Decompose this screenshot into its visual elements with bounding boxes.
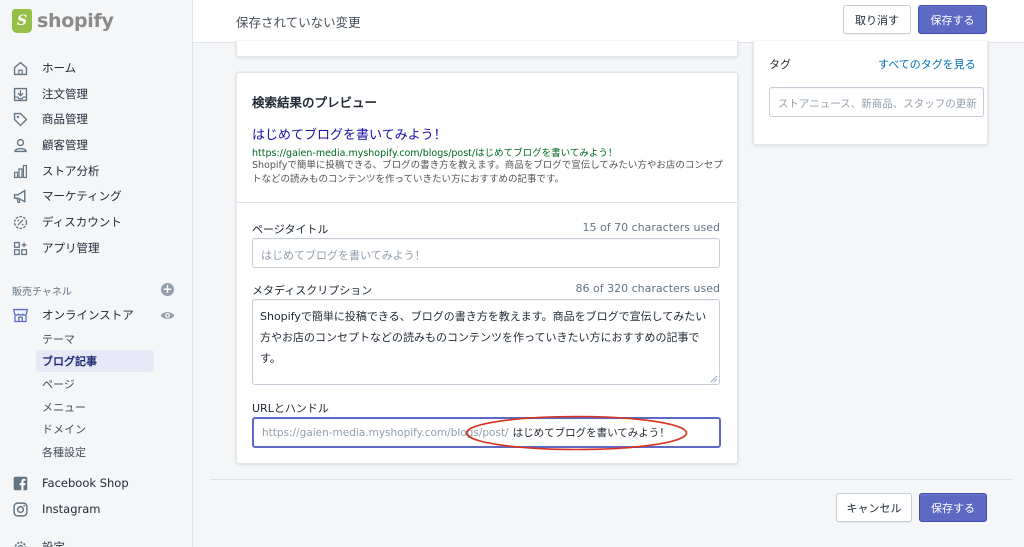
- meta-description-char-counter: 86 of 320 characters used: [575, 282, 720, 295]
- person-icon: [12, 137, 29, 154]
- home-icon: [12, 60, 29, 77]
- sales-channels-heading: 販売チャネル: [12, 287, 72, 298]
- shopify-logo[interactable]: S shopify: [12, 8, 114, 34]
- meta-description-textarea[interactable]: Shopifyで簡単に投稿できる、ブログの書き方を教えます。商品をブログで宣伝し…: [252, 299, 720, 385]
- shopify-bag-icon: S: [12, 9, 32, 33]
- instagram-icon: [12, 501, 29, 518]
- sidebar-subitem-preferences[interactable]: 各種設定: [36, 441, 154, 463]
- sidebar-item-products[interactable]: 商品管理: [12, 108, 88, 130]
- meta-description-label: メタディスクリプション: [252, 284, 373, 297]
- page-title-char-counter: 15 of 70 characters used: [582, 221, 720, 234]
- sidebar-item-orders[interactable]: 注文管理: [12, 83, 88, 105]
- content-card-bottom-edge: [236, 41, 738, 57]
- add-channel-icon[interactable]: +: [161, 283, 174, 296]
- seo-preview-heading: 検索結果のプレビュー: [252, 95, 378, 110]
- sidebar-item-discounts[interactable]: ディスカウント: [12, 211, 122, 233]
- sidebar: S shopify ホーム 注文管理 商品管理 顧客管理 ストア分析 マーケティ…: [0, 0, 193, 547]
- eye-icon[interactable]: [160, 308, 175, 323]
- sidebar-item-label: Facebook Shop: [42, 476, 129, 490]
- cancel-button[interactable]: キャンセル: [836, 493, 912, 522]
- page-title-label: ページタイトル: [252, 223, 329, 236]
- sidebar-item-apps[interactable]: アプリ管理: [12, 237, 100, 259]
- bar-chart-icon: [12, 163, 29, 180]
- sidebar-item-instagram[interactable]: Instagram: [12, 498, 101, 520]
- discount-icon: [12, 214, 29, 231]
- shopify-wordmark: shopify: [37, 10, 114, 32]
- resize-handle-icon[interactable]: [709, 374, 718, 383]
- sidebar-item-label: ストア分析: [42, 164, 100, 178]
- sidebar-item-settings[interactable]: 設定: [12, 536, 65, 547]
- sidebar-subitem-blog-posts[interactable]: ブログ記事: [36, 350, 154, 372]
- sidebar-item-marketing[interactable]: マーケティング: [12, 185, 122, 207]
- sidebar-item-online-store[interactable]: オンラインストア: [12, 304, 134, 326]
- megaphone-icon: [12, 188, 29, 205]
- sidebar-item-customers[interactable]: 顧客管理: [12, 134, 88, 156]
- serp-preview-url: https://gaien-media.myshopify.com/blogs/…: [252, 148, 618, 159]
- footer-divider: [210, 479, 1013, 480]
- unsaved-changes-message: 保存されていない変更: [236, 15, 361, 30]
- sidebar-item-label: マーケティング: [42, 189, 122, 203]
- sidebar-item-label: 注文管理: [42, 87, 88, 101]
- sidebar-subitem-themes[interactable]: テーマ: [36, 328, 154, 350]
- view-all-tags-link[interactable]: すべてのタグを見る: [878, 56, 976, 72]
- sidebar-item-label: アプリ管理: [42, 241, 100, 255]
- section-divider: [236, 202, 738, 203]
- tags-label: タグ: [769, 58, 791, 71]
- page-title-input[interactable]: はじめてブログを書いてみよう！: [252, 238, 720, 268]
- tags-input[interactable]: ストアニュース、新商品、スタッフの更新: [769, 87, 984, 117]
- sidebar-item-label: 設定: [42, 540, 65, 547]
- inbox-icon: [12, 86, 29, 103]
- sidebar-item-label: オンラインストア: [42, 308, 134, 322]
- serp-preview-title: はじめてブログを書いてみよう！: [252, 128, 447, 143]
- red-annotation-ellipse: [465, 415, 688, 451]
- apps-icon: [12, 240, 29, 257]
- sidebar-item-label: ホーム: [42, 61, 77, 75]
- facebook-icon: [12, 475, 29, 492]
- sidebar-subitem-domains[interactable]: ドメイン: [36, 418, 154, 440]
- sidebar-item-label: 商品管理: [42, 112, 88, 126]
- sidebar-item-label: ディスカウント: [42, 215, 122, 229]
- serp-preview-description: Shopifyで簡単に投稿できる、ブログの書き方を教えます。商品をブログで宣伝し…: [252, 160, 723, 185]
- sidebar-subitem-pages[interactable]: ページ: [36, 373, 154, 395]
- sidebar-subitem-navigation[interactable]: メニュー: [36, 396, 154, 418]
- discard-button[interactable]: 取り消す: [843, 5, 911, 34]
- bottom-save-button[interactable]: 保存する: [919, 493, 987, 522]
- sidebar-item-facebook-shop[interactable]: Facebook Shop: [12, 472, 129, 494]
- sidebar-item-analytics[interactable]: ストア分析: [12, 160, 100, 182]
- sidebar-item-label: 顧客管理: [42, 138, 88, 152]
- tag-icon: [12, 111, 29, 128]
- sidebar-item-home[interactable]: ホーム: [12, 57, 76, 79]
- url-handle-label: URLとハンドル: [252, 402, 329, 415]
- store-icon: [12, 307, 29, 324]
- top-save-button[interactable]: 保存する: [918, 5, 987, 34]
- sidebar-item-label: Instagram: [42, 502, 101, 516]
- gear-icon: [12, 539, 29, 547]
